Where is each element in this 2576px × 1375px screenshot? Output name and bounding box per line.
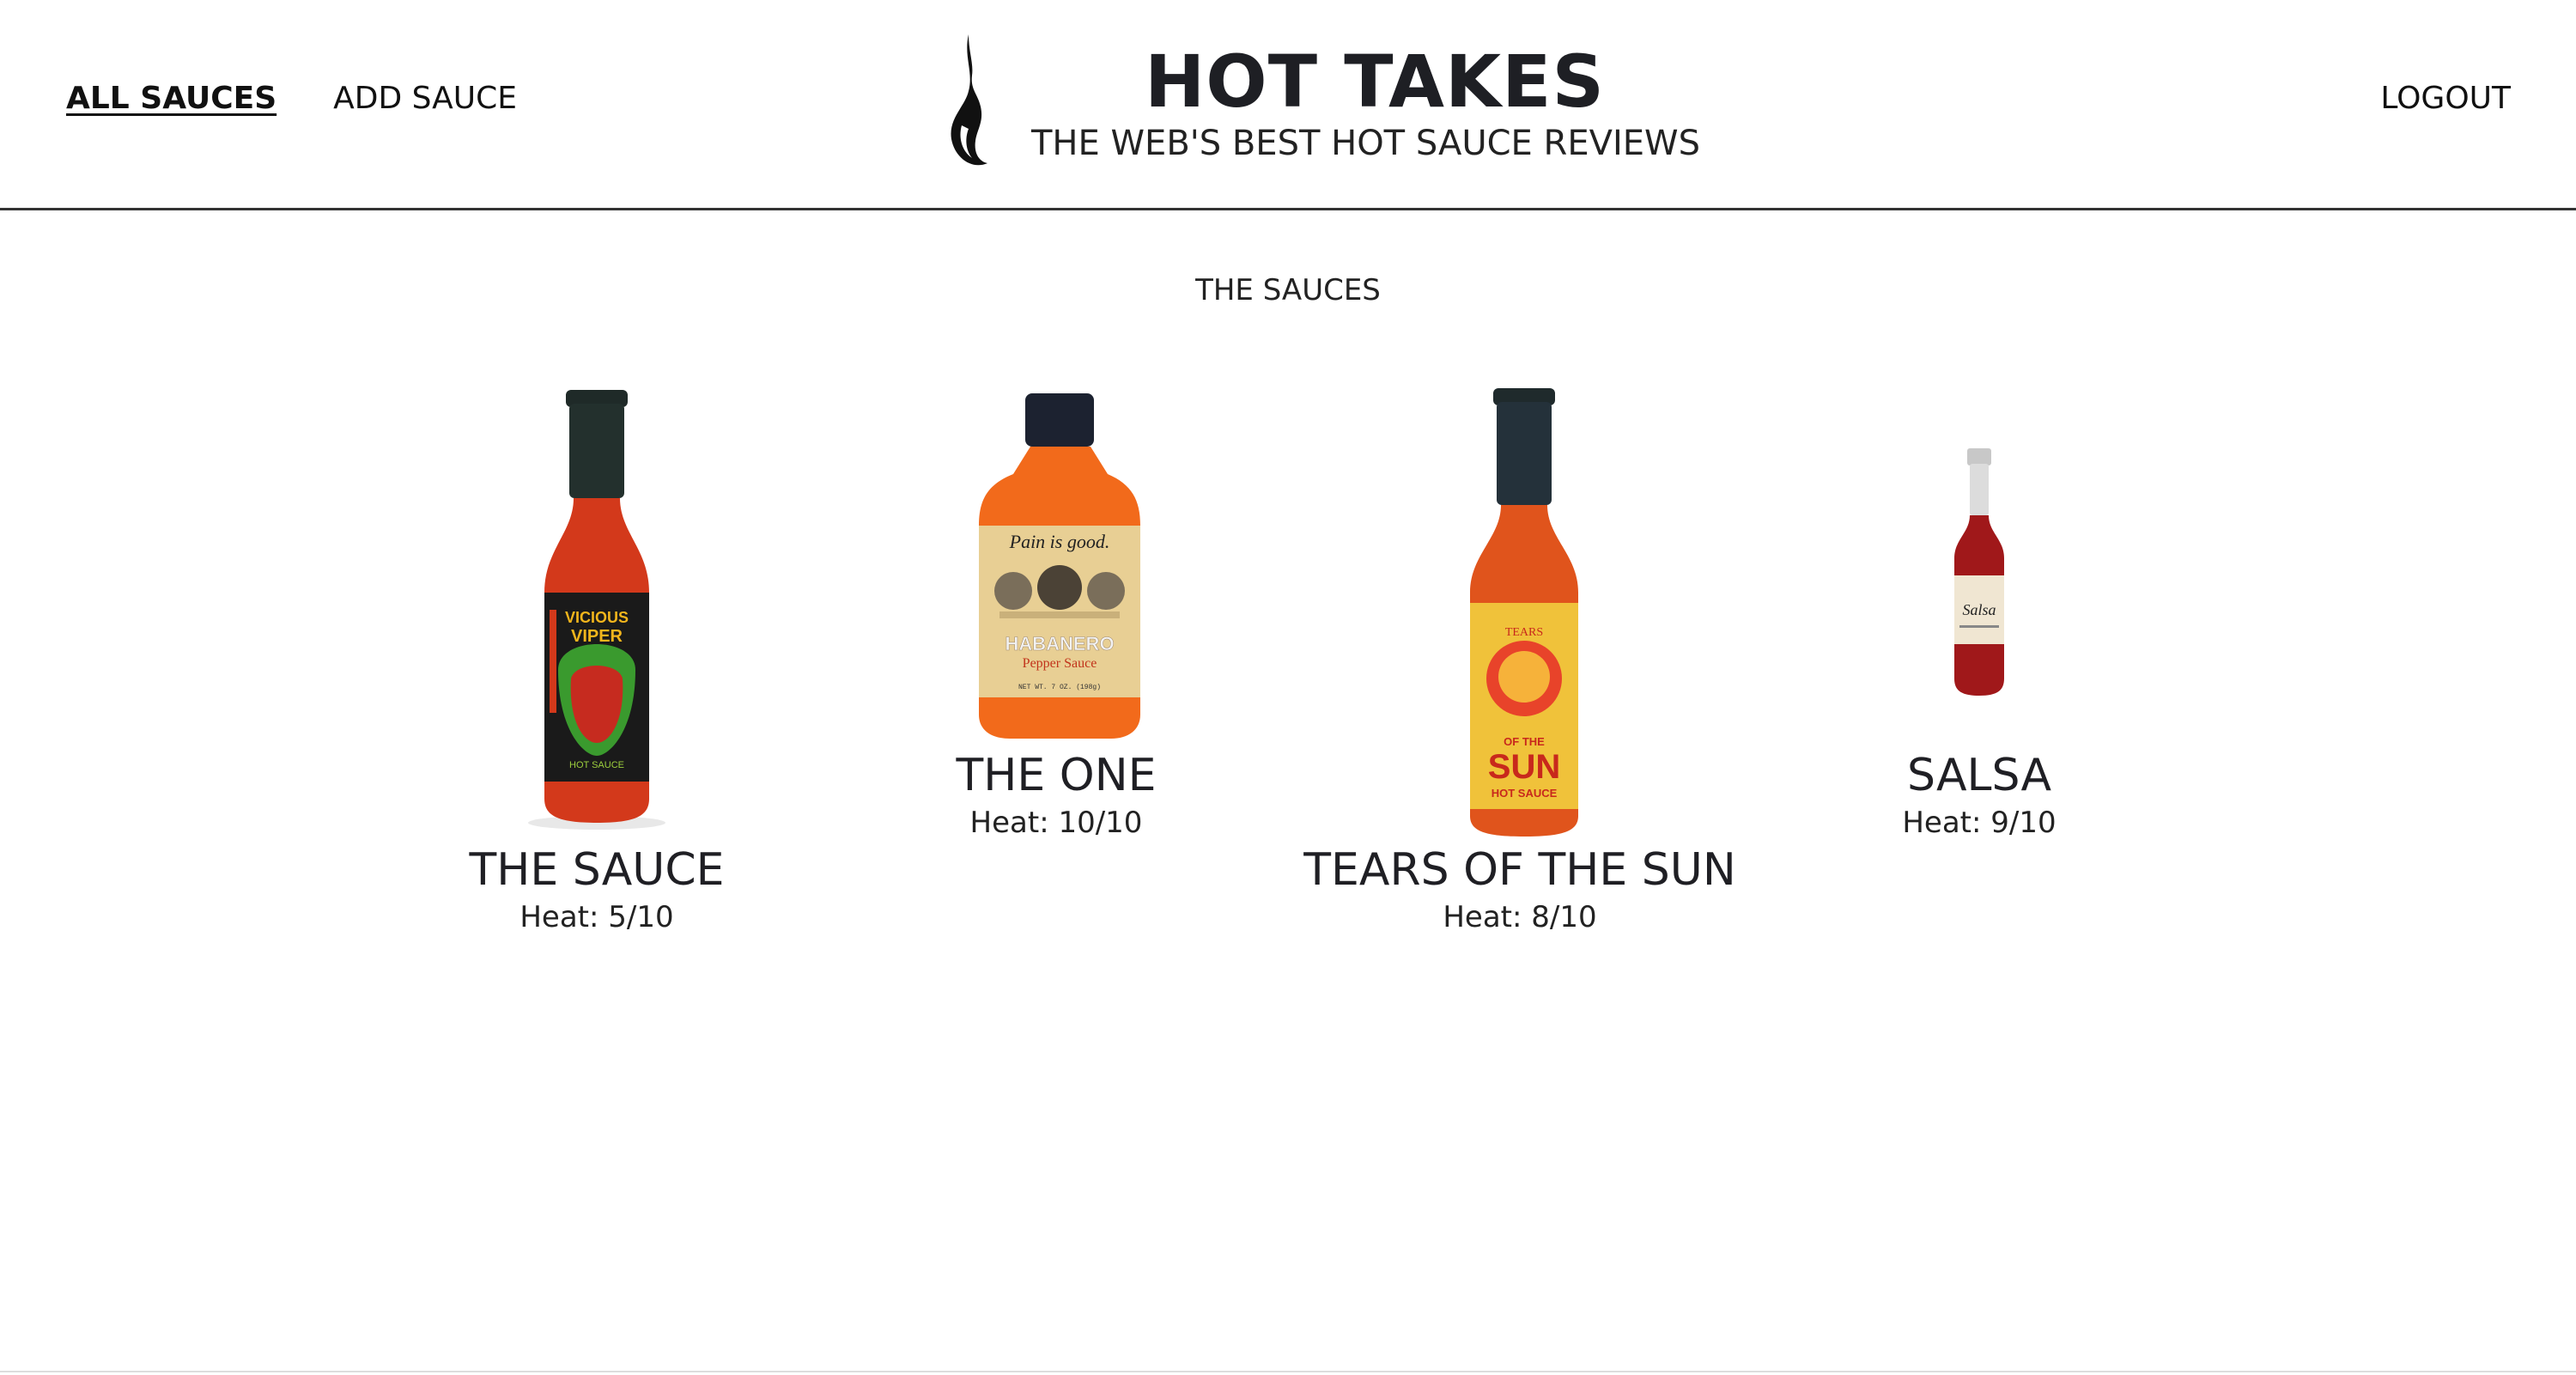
sauce-heat: Heat: 10/10	[969, 806, 1143, 841]
svg-text:Pain is good.: Pain is good.	[1009, 531, 1110, 552]
svg-text:HABANERO: HABANERO	[1005, 633, 1114, 654]
sauce-card-salsa[interactable]: SALSA Heat: 9/10	[1850, 751, 2108, 840]
sauce-name: THE SAUCE	[469, 844, 725, 896]
svg-text:HOT SAUCE: HOT SAUCE	[1492, 787, 1558, 800]
nav-all-sauces[interactable]: ALL SAUCES	[66, 81, 276, 116]
svg-text:VICIOUS: VICIOUS	[565, 609, 629, 626]
brand-subtitle: THE WEB'S BEST HOT SAUCE REVIEWS	[1031, 124, 1700, 163]
sauce-heat: Heat: 9/10	[1902, 806, 2057, 841]
sauce-card-the-sauce[interactable]: THE SAUCE Heat: 5/10	[468, 844, 726, 935]
sauce-image-the-sauce[interactable]: VICIOUS VIPER HOT SAUCE	[524, 386, 670, 833]
page: ALL SAUCES ADD SAUCE HOT TAKES THE WEB'S…	[0, 0, 2576, 1375]
flame-logo-icon	[951, 34, 987, 166]
brand-title: HOT TAKES	[1145, 40, 1606, 124]
sauce-card-the-one[interactable]: THE ONE Heat: 10/10	[927, 751, 1185, 840]
main-nav: ALL SAUCES ADD SAUCE	[66, 81, 574, 116]
svg-text:NET WT. 7 OZ. (198g): NET WT. 7 OZ. (198g)	[1018, 684, 1101, 691]
nav-add-sauce[interactable]: ADD SAUCE	[333, 81, 517, 116]
sauce-name: TEARS OF THE SUN	[1303, 844, 1736, 896]
section-title: THE SAUCES	[1195, 273, 1381, 307]
brand[interactable]: HOT TAKES THE WEB'S BEST HOT SAUCE REVIE…	[943, 33, 1700, 179]
svg-text:HOT SAUCE: HOT SAUCE	[569, 760, 624, 770]
sauce-heat: Heat: 8/10	[1443, 900, 1597, 935]
svg-text:OF THE: OF THE	[1504, 735, 1545, 748]
svg-text:VIPER: VIPER	[571, 627, 623, 646]
svg-text:Pepper Sauce: Pepper Sauce	[1023, 656, 1097, 671]
sauce-name: THE ONE	[956, 750, 1157, 801]
sauce-image-the-one[interactable]: Pain is good. HABANERO Pepper Sauce NET …	[948, 388, 1206, 742]
page-bottom-divider	[0, 1371, 2576, 1372]
sauce-heat: Heat: 5/10	[519, 900, 674, 935]
svg-text:SUN: SUN	[1488, 748, 1560, 786]
svg-text:TEARS: TEARS	[1505, 626, 1543, 639]
sauce-image-tears-of-the-sun[interactable]: TEARS OF THE SUN HOT SAUCE	[1460, 386, 1589, 838]
sauce-name: SALSA	[1906, 750, 2052, 801]
sauce-card-tears-of-the-sun[interactable]: TEARS OF THE SUN Heat: 8/10	[1288, 844, 1752, 935]
sauce-image-salsa[interactable]: Salsa	[1949, 447, 2009, 697]
header: ALL SAUCES ADD SAUCE HOT TAKES THE WEB'S…	[0, 0, 2576, 210]
svg-text:Salsa: Salsa	[1962, 601, 1996, 618]
logout-button[interactable]: LOGOUT	[2380, 81, 2511, 116]
